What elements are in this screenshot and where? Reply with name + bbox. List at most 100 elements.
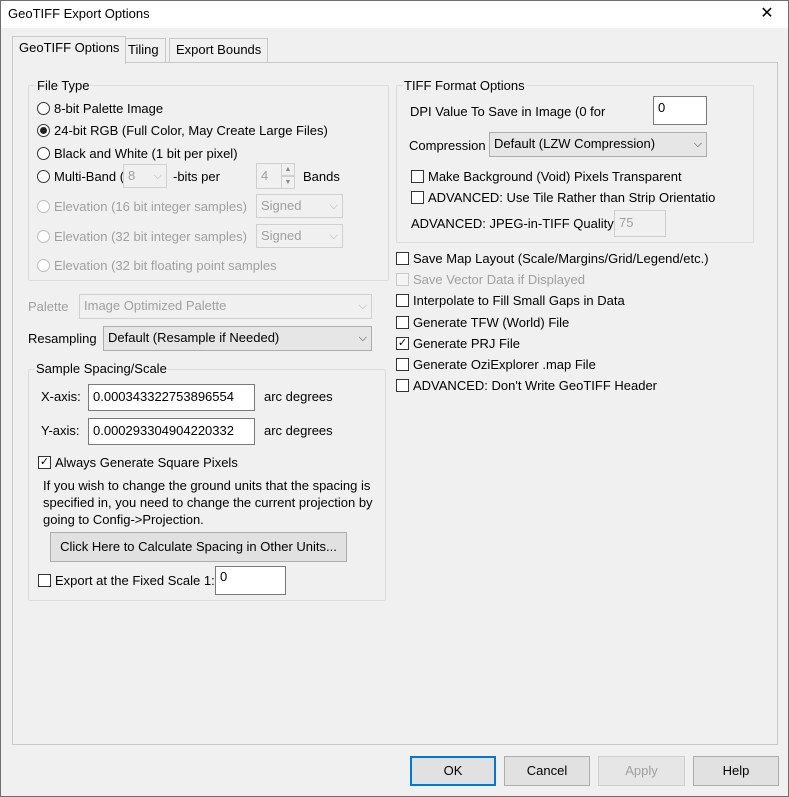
chevron-down-icon: ⌵ (329, 200, 338, 212)
fixed-scale-checkbox[interactable]: Export at the Fixed Scale 1: (38, 573, 215, 588)
jpeg-quality-input[interactable]: 75 (614, 210, 666, 237)
jpeg-quality-label: ADVANCED: JPEG-in-TIFF Quality (411, 216, 614, 231)
checkbox-box (411, 191, 424, 204)
checkbox-label: Generate PRJ File (413, 336, 520, 351)
transparent-pixels-checkbox[interactable]: Make Background (Void) Pixels Transparen… (411, 169, 682, 184)
checkbox-box (396, 294, 409, 307)
tab-tiling[interactable]: Tiling (121, 38, 166, 62)
tab-geotiff-options[interactable]: GeoTIFF Options (12, 36, 127, 64)
radio-label: Elevation (32 bit floating point samples (54, 258, 277, 273)
save-vector-data-checkbox[interactable]: Save Vector Data if Displayed (396, 272, 585, 287)
radio-elevation-32bit-int[interactable]: Elevation (32 bit integer samples) (37, 229, 247, 244)
file-type-title: File Type (36, 78, 91, 93)
checkbox-box (396, 273, 409, 286)
ok-button[interactable]: OK (410, 756, 496, 786)
elev32-sign-select[interactable]: Signed ⌵ (256, 224, 343, 248)
bands-input[interactable]: 4 (256, 163, 282, 189)
check-icon: ✓ (38, 456, 51, 469)
checkbox-label: Save Map Layout (Scale/Margins/Grid/Lege… (413, 251, 709, 266)
radio-label: 8-bit Palette Image (54, 101, 164, 116)
checkbox-box (396, 379, 409, 392)
y-axis-label: Y-axis: (41, 423, 80, 438)
palette-value: Image Optimized Palette (84, 298, 227, 313)
radio-elevation-16bit[interactable]: Elevation (16 bit integer samples) (37, 199, 247, 214)
checkbox-label: Export at the Fixed Scale 1: (55, 573, 215, 588)
radio-black-white[interactable]: Black and White (1 bit per pixel) (37, 146, 238, 161)
chevron-down-icon: ⌵ (693, 138, 702, 150)
radio-8bit-palette[interactable]: 8-bit Palette Image (37, 101, 163, 116)
close-icon[interactable]: ✕ (754, 3, 780, 25)
interpolate-gaps-checkbox[interactable]: Interpolate to Fill Small Gaps in Data (396, 293, 625, 308)
radio-dot (37, 170, 50, 183)
bits-per-label: -bits per (173, 169, 220, 184)
export-options-dialog: GeoTIFF Export Options ✕ GeoTIFF Options… (0, 0, 789, 797)
y-axis-input[interactable]: 0.000293304904220332 (88, 418, 255, 445)
radio-24bit-rgb[interactable]: 24-bit RGB (Full Color, May Create Large… (37, 123, 328, 138)
calculate-spacing-button[interactable]: Click Here to Calculate Spacing in Other… (50, 532, 347, 562)
checkbox-box (396, 252, 409, 265)
bands-label: Bands (303, 169, 340, 184)
x-axis-value: 0.000343322753896554 (93, 389, 234, 404)
checkbox-box (396, 358, 409, 371)
x-axis-input[interactable]: 0.000343322753896554 (88, 384, 255, 411)
x-axis-label: X-axis: (41, 389, 81, 404)
no-geotiff-header-checkbox[interactable]: ADVANCED: Don't Write GeoTIFF Header (396, 378, 657, 393)
radio-dot (37, 259, 50, 272)
radio-label: Elevation (32 bit integer samples) (54, 229, 247, 244)
dpi-input[interactable]: 0 (653, 96, 707, 125)
tile-orientation-checkbox[interactable]: ADVANCED: Use Tile Rather than Strip Ori… (411, 190, 715, 205)
spacing-info-text: If you wish to change the ground units t… (43, 478, 373, 527)
resampling-select[interactable]: Default (Resample if Needed) ⌵ (103, 326, 372, 351)
palette-select[interactable]: Image Optimized Palette ⌵ (79, 294, 372, 319)
compression-select[interactable]: Default (LZW Compression) ⌵ (489, 132, 707, 157)
radio-label: Multi-Band ( (54, 169, 125, 184)
generate-ozi-map-checkbox[interactable]: Generate OziExplorer .map File (396, 357, 596, 372)
checkbox-label: ADVANCED: Use Tile Rather than Strip Ori… (428, 190, 715, 205)
apply-button[interactable]: Apply (598, 756, 685, 786)
radio-label: Elevation (16 bit integer samples) (54, 199, 247, 214)
checkbox-label: Save Vector Data if Displayed (413, 272, 585, 287)
compression-value: Default (LZW Compression) (494, 136, 656, 151)
checkbox-label: Generate TFW (World) File (413, 315, 570, 330)
radio-elevation-32bit-float[interactable]: Elevation (32 bit floating point samples (37, 258, 277, 273)
checkbox-box (38, 574, 51, 587)
spin-up-icon[interactable]: ▲ (281, 163, 295, 176)
elev16-sign-select[interactable]: Signed ⌵ (256, 194, 343, 218)
jpeg-quality-value: 75 (619, 215, 634, 230)
generate-prj-checkbox[interactable]: ✓ Generate PRJ File (396, 336, 520, 351)
checkbox-label: Make Background (Void) Pixels Transparen… (428, 169, 682, 184)
elev32-sign-value: Signed (261, 228, 302, 243)
radio-label: 24-bit RGB (Full Color, May Create Large… (54, 123, 328, 138)
y-axis-units: arc degrees (264, 423, 333, 438)
resampling-label: Resampling (28, 331, 97, 346)
help-button[interactable]: Help (693, 756, 779, 786)
tab-export-bounds[interactable]: Export Bounds (169, 38, 269, 62)
chevron-down-icon: ⌵ (358, 332, 367, 344)
title-bar: GeoTIFF Export Options ✕ (1, 1, 788, 28)
spin-down-icon[interactable]: ▼ (281, 176, 295, 189)
checkbox-box (411, 170, 424, 183)
checkbox-box (396, 316, 409, 329)
checkbox-label: Always Generate Square Pixels (55, 455, 238, 470)
sample-spacing-title: Sample Spacing/Scale (35, 361, 168, 376)
radio-label: Black and White (1 bit per pixel) (54, 146, 238, 161)
window-title: GeoTIFF Export Options (8, 6, 150, 21)
cancel-button[interactable]: Cancel (504, 756, 590, 786)
elev16-sign-value: Signed (261, 198, 302, 213)
x-axis-units: arc degrees (264, 389, 333, 404)
dpi-label: DPI Value To Save in Image (0 for (410, 104, 606, 119)
chevron-down-icon: ⌵ (153, 170, 162, 182)
checkbox-label: ADVANCED: Don't Write GeoTIFF Header (413, 378, 658, 393)
radio-dot (37, 200, 50, 213)
dpi-value: 0 (658, 100, 666, 115)
fixed-scale-input[interactable]: 0 (215, 566, 286, 595)
square-pixels-checkbox[interactable]: ✓ Always Generate Square Pixels (38, 455, 238, 470)
radio-multi-band[interactable]: Multi-Band ( (37, 169, 124, 184)
multiband-bits-select[interactable]: 8 ⌵ (123, 164, 167, 188)
checkbox-label: Interpolate to Fill Small Gaps in Data (413, 293, 625, 308)
radio-dot (37, 147, 50, 160)
save-map-layout-checkbox[interactable]: Save Map Layout (Scale/Margins/Grid/Lege… (396, 251, 709, 266)
generate-tfw-checkbox[interactable]: Generate TFW (World) File (396, 315, 569, 330)
resampling-value: Default (Resample if Needed) (108, 330, 280, 345)
y-axis-value: 0.000293304904220332 (93, 423, 234, 438)
